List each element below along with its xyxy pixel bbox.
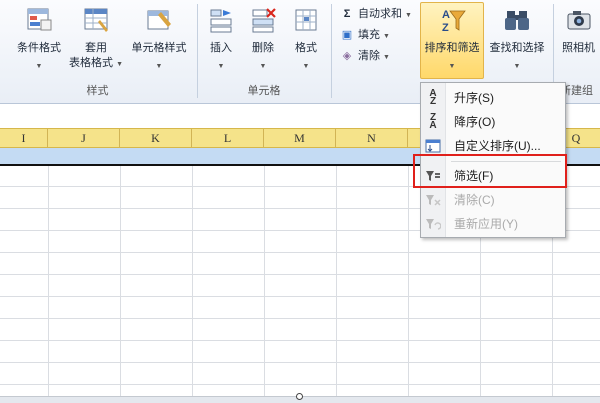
table-format-label-2-text: 表格格式 bbox=[69, 57, 113, 69]
delete-cells-icon bbox=[252, 8, 276, 33]
sigma-icon: Σ bbox=[343, 8, 351, 20]
insert-button[interactable]: 插入 ▼ bbox=[202, 0, 240, 82]
conditional-format-label: 条件格式 bbox=[17, 42, 61, 54]
menu-item-sort-descending[interactable]: ZA 降序(O) bbox=[421, 110, 565, 134]
grid-line bbox=[0, 362, 600, 363]
menu-item-label: 升序(S) bbox=[454, 91, 494, 105]
menu-item-clear[interactable]: 清除(C) bbox=[421, 188, 565, 212]
conditional-format-icon bbox=[27, 8, 52, 31]
new-group-label: 新建组 bbox=[560, 85, 593, 97]
format-button[interactable]: 格式 ▼ bbox=[286, 0, 326, 82]
chevron-down-icon: ▼ bbox=[302, 63, 310, 70]
custom-sort-icon bbox=[425, 139, 441, 153]
clear-filter-icon bbox=[426, 195, 441, 206]
camera-icon bbox=[567, 11, 590, 30]
group-divider bbox=[331, 4, 332, 98]
chevron-down-icon: ▼ bbox=[116, 61, 123, 68]
menu-item-label: 重新应用(Y) bbox=[454, 217, 518, 231]
grid-line bbox=[0, 274, 600, 275]
column-header-n[interactable]: N bbox=[336, 129, 408, 147]
styles-group-label: 样式 bbox=[86, 85, 109, 97]
delete-button[interactable]: 删除 ▼ bbox=[244, 0, 282, 82]
column-header-i[interactable]: I bbox=[0, 129, 48, 147]
sort-descending-icon: ZA bbox=[429, 112, 437, 131]
format-label: 格式 bbox=[295, 42, 317, 54]
format-as-table-button[interactable]: 套用 表格格式 ▼ bbox=[66, 0, 126, 82]
camera-label: 照相机 bbox=[562, 42, 595, 54]
horizontal-scrollbar[interactable] bbox=[0, 393, 600, 403]
table-format-label-2: 表格格式 ▼ bbox=[66, 56, 126, 72]
chevron-down-icon: ▼ bbox=[35, 63, 43, 70]
insert-cells-icon bbox=[210, 9, 232, 33]
table-format-icon bbox=[84, 8, 108, 32]
sort-filter-button[interactable]: A Z 排序和筛选 ▼ bbox=[420, 0, 484, 82]
eraser-icon: ◈ bbox=[342, 50, 352, 62]
menu-item-label: 清除(C) bbox=[454, 193, 495, 207]
chevron-down-icon: ▼ bbox=[383, 33, 390, 40]
chevron-down-icon: ▼ bbox=[259, 63, 267, 70]
grid-line bbox=[0, 384, 600, 385]
chevron-down-icon: ▼ bbox=[155, 63, 163, 70]
chevron-down-icon: ▼ bbox=[383, 54, 390, 61]
autosum-button[interactable]: Σ 自动求和 ▼ bbox=[340, 4, 412, 24]
grid-line bbox=[0, 296, 600, 297]
cell-style-label: 单元格样式 bbox=[131, 42, 187, 54]
cell-style-button[interactable]: 单元格样式 ▼ bbox=[126, 0, 192, 82]
clear-label: 清除 bbox=[358, 50, 380, 62]
filter-highlight-box bbox=[413, 154, 567, 188]
chevron-down-icon: ▼ bbox=[513, 63, 521, 70]
grid-line bbox=[0, 340, 600, 341]
menu-item-reapply[interactable]: 重新应用(Y) bbox=[421, 212, 565, 236]
chevron-down-icon: ▼ bbox=[405, 12, 412, 19]
column-header-m[interactable]: M bbox=[264, 129, 336, 147]
fill-button[interactable]: ▣ 填充 ▼ bbox=[340, 25, 390, 45]
grid-line bbox=[0, 252, 600, 253]
find-select-label: 查找和选择 bbox=[489, 42, 545, 54]
menu-item-sort-ascending[interactable]: AZ 升序(S) bbox=[421, 86, 565, 110]
insert-label: 插入 bbox=[210, 42, 232, 54]
delete-label: 删除 bbox=[252, 42, 274, 54]
svg-text:A: A bbox=[442, 9, 450, 21]
binoculars-icon bbox=[505, 11, 529, 30]
column-header-j[interactable]: J bbox=[48, 129, 120, 147]
column-header-l[interactable]: L bbox=[192, 129, 264, 147]
fill-down-icon: ▣ bbox=[341, 29, 353, 41]
cells-group-label: 单元格 bbox=[247, 85, 281, 97]
autosum-label: 自动求和 bbox=[358, 8, 402, 20]
cell-style-icon bbox=[147, 10, 171, 30]
fill-label: 填充 bbox=[358, 29, 380, 41]
grid-line bbox=[0, 318, 600, 319]
svg-text:Z: Z bbox=[442, 22, 449, 34]
conditional-format-button[interactable]: 条件格式 ▼ bbox=[8, 0, 70, 82]
sort-ascending-icon: AZ bbox=[429, 88, 437, 107]
format-cells-icon bbox=[295, 9, 317, 31]
camera-button[interactable]: 照相机 bbox=[557, 0, 600, 82]
find-select-button[interactable]: 查找和选择 ▼ bbox=[486, 0, 548, 82]
sort-filter-icon: A Z bbox=[442, 9, 466, 34]
reapply-filter-icon bbox=[426, 219, 441, 230]
menu-item-label: 降序(O) bbox=[454, 115, 496, 129]
clear-button[interactable]: ◈ 清除 ▼ bbox=[340, 46, 390, 66]
column-header-k[interactable]: K bbox=[120, 129, 192, 147]
sort-filter-label: 排序和筛选 bbox=[424, 42, 480, 54]
chevron-down-icon: ▼ bbox=[217, 63, 225, 70]
chevron-down-icon: ▼ bbox=[448, 63, 456, 70]
table-format-label-1: 套用 bbox=[85, 42, 107, 54]
resize-handle[interactable] bbox=[296, 393, 303, 400]
